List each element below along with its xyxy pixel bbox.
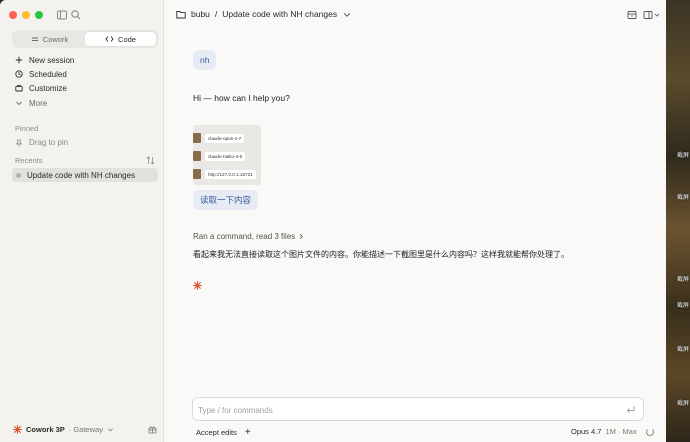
context-usage-icon [645,427,654,436]
panel-toggle-icon[interactable] [643,10,653,20]
model-selector[interactable]: Opus 4.7 1M · Max [571,427,654,436]
cowork-icon [31,37,38,41]
session-status-dot [16,172,21,178]
attachment-text: http://127.0.0.1:15721 [205,169,256,179]
recent-session-label: Update code with NH changes [27,170,136,180]
sidebar: Cowork Code New session Scheduled Custom… [0,0,164,442]
chevron-right-icon [300,234,304,239]
assistant-message: Hi — how can I help you? [193,93,290,103]
clock-icon [15,70,23,78]
minimize-window-button[interactable] [22,11,30,19]
tab-code[interactable]: Code [85,32,156,46]
pin-drop-zone[interactable]: Drag to pin [15,138,68,147]
tab-cowork[interactable]: Cowork [14,32,85,46]
user-message: nh [193,50,217,70]
code-icon [105,36,114,42]
pinned-heading: Pinned [15,124,39,133]
nav-label: New session [29,55,75,65]
thinking-spark-icon [193,281,202,290]
model-name: Opus 4.7 [571,427,602,436]
assistant-message: 看起来我无法直接读取这个图片文件的内容。你能描述一下截图里是什么内容吗？这样我就… [193,250,569,259]
nav-label: More [29,98,48,108]
app-icon [193,151,201,161]
desktop-file-label[interactable]: 截屏 [677,344,689,353]
customize-item[interactable]: Customize [15,82,67,94]
app-icon [193,169,201,179]
account-name: Cowork 3P [26,425,65,434]
tab-label: Cowork [42,34,69,44]
maximize-window-button[interactable] [35,11,43,19]
archive-icon[interactable] [627,10,637,20]
desktop-file-label[interactable]: 截屏 [677,398,689,407]
prompt-input[interactable] [198,403,598,417]
recents-heading: Recents [15,156,43,165]
desktop-file-label[interactable]: 截屏 [677,150,689,159]
recent-session-item[interactable]: Update code with NH changes [12,168,158,182]
chevron-down-icon[interactable] [654,10,660,20]
tool-summary-toggle[interactable]: Ran a command, read 3 files [193,232,304,241]
gift-icon[interactable] [148,425,157,434]
nav-label: Scheduled [29,69,67,79]
attachment-row: claude-haiku-4-5 [193,151,246,161]
composer-toolbar: Accept edits + [196,427,251,438]
attachment-text: claude-haiku-4-5 [205,151,246,161]
mode-switcher: Cowork Code [12,30,158,48]
tool-summary-text: Ran a command, read 3 files [193,232,296,241]
new-session-item[interactable]: New session [15,54,74,66]
accept-edits-button[interactable]: Accept edits [196,428,237,437]
model-context: 1M · Max [605,427,637,436]
desktop-file-label[interactable]: 截屏 [677,274,689,283]
add-context-button[interactable]: + [245,427,251,438]
window-controls [9,11,43,19]
close-window-button[interactable] [9,11,17,19]
image-attachment[interactable]: claude-opus-4-7 claude-haiku-4-5 http://… [193,125,261,185]
nav-label: Customize [29,83,67,93]
claude-spark-icon [13,425,22,434]
tab-label: Code [118,34,136,44]
desktop-file-label[interactable]: 截屏 [677,300,689,309]
user-message: 读取一下内容 [193,190,259,210]
project-name[interactable]: bubu [191,9,210,19]
app-icon [193,133,201,143]
attachment-row: claude-opus-4-7 [193,133,245,143]
chevron-down-icon [16,101,22,106]
conversation-pane: bubu / Update code with NH changes nh Hi… [164,0,666,442]
message-composer [192,397,644,421]
pin-icon [15,139,23,146]
pin-hint: Drag to pin [29,138,69,147]
attachment-row: http://127.0.0.1:15721 [193,169,256,179]
chevron-down-icon [107,428,113,432]
sort-icon[interactable] [146,156,155,165]
enter-icon[interactable] [626,405,635,414]
plus-icon [15,56,23,64]
app-window: Cowork Code New session Scheduled Custom… [0,0,666,442]
session-title[interactable]: Update code with NH changes [222,9,337,19]
scheduled-item[interactable]: Scheduled [15,68,67,80]
attachment-text: claude-opus-4-7 [205,133,245,143]
desktop-wallpaper: 截屏 截屏 截屏 截屏 截屏 截屏 [666,0,690,442]
breadcrumb-separator: / [214,9,218,19]
account-gateway: · Gateway [68,425,103,434]
desktop-file-label[interactable]: 截屏 [677,192,689,201]
more-item[interactable]: More [15,97,47,109]
chevron-down-icon[interactable] [342,10,352,19]
search-icon[interactable] [70,9,82,21]
briefcase-icon [15,84,23,92]
account-switcher[interactable]: Cowork 3P · Gateway [13,425,114,434]
breadcrumb: bubu / Update code with NH changes [176,9,352,19]
folder-icon [176,10,186,18]
sidebar-toggle-icon[interactable] [56,9,68,21]
